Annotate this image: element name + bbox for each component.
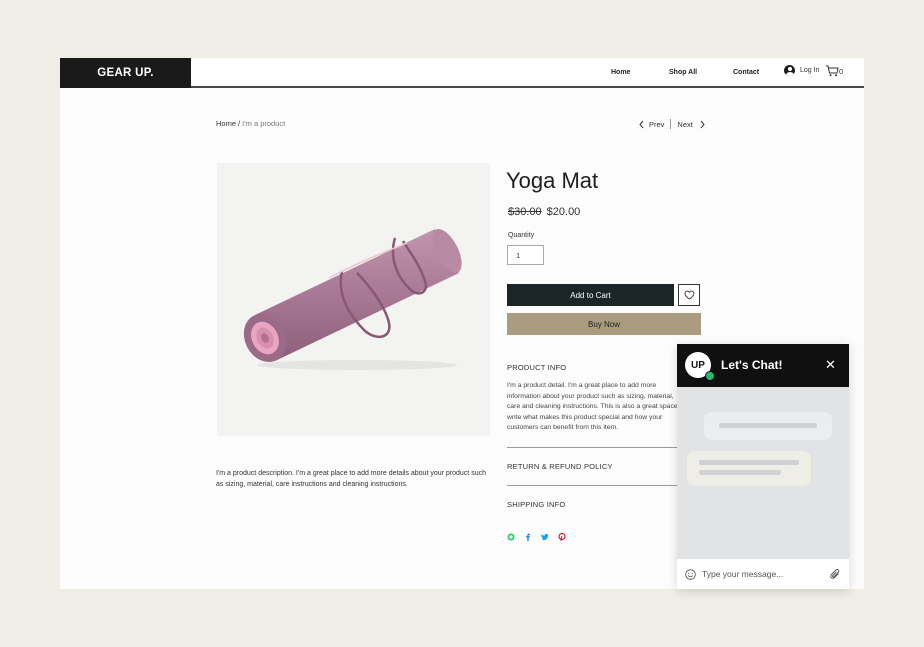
chat-header: UP Let's Chat! ✕ xyxy=(677,344,849,387)
facebook-icon[interactable] xyxy=(524,533,532,541)
divider xyxy=(507,485,701,486)
buy-now-button[interactable]: Buy Now xyxy=(507,313,701,335)
pager-divider xyxy=(670,119,672,129)
quantity-input[interactable]: 1 xyxy=(507,245,544,265)
next-link[interactable]: Next xyxy=(677,120,692,129)
chevron-right-icon[interactable] xyxy=(699,120,706,129)
pinterest-icon[interactable] xyxy=(558,533,566,541)
nav-shop-all[interactable]: Shop All xyxy=(669,58,697,86)
divider xyxy=(507,447,701,448)
product-image[interactable] xyxy=(217,163,490,436)
shipping-info-heading[interactable]: SHIPPING INFO xyxy=(507,500,565,509)
site-logo[interactable]: GEAR UP. xyxy=(60,58,191,88)
message-line xyxy=(699,470,781,475)
nav-home[interactable]: Home xyxy=(611,58,630,86)
add-to-cart-button[interactable]: Add to Cart xyxy=(507,284,674,306)
chevron-left-icon[interactable] xyxy=(638,120,645,129)
product-info-text: I'm a product detail. I'm a great place … xyxy=(507,382,686,432)
breadcrumb-home[interactable]: Home xyxy=(216,119,236,128)
product-pager: Prev Next xyxy=(638,119,706,129)
login-label: Log In xyxy=(800,67,820,74)
chat-message-placeholder xyxy=(704,412,832,440)
product-price: $30.00 $20.00 xyxy=(508,206,580,218)
emoji-icon[interactable] xyxy=(685,568,696,580)
nav-contact[interactable]: Contact xyxy=(733,58,759,86)
heart-icon xyxy=(684,290,694,300)
chat-title: Let's Chat! xyxy=(721,358,783,372)
product-title: Yoga Mat xyxy=(506,168,599,193)
attachment-icon[interactable] xyxy=(830,568,841,580)
quantity-label: Quantity xyxy=(508,232,535,239)
product-description: I'm a product description. I'm a great p… xyxy=(216,470,486,488)
whatsapp-icon[interactable] xyxy=(507,533,515,541)
share-bar xyxy=(507,533,566,541)
login-button[interactable]: Log In xyxy=(784,65,819,76)
chat-input-bar: Type your message... xyxy=(677,559,849,589)
cart-button[interactable]: 0 xyxy=(825,65,843,77)
close-icon[interactable]: ✕ xyxy=(825,357,836,373)
breadcrumb-current: I'm a product xyxy=(242,119,286,128)
online-status-icon xyxy=(705,371,715,381)
site-header: GEAR UP. Home Shop All Contact Log In 0 xyxy=(60,58,864,88)
breadcrumb-separator: / xyxy=(238,119,241,128)
message-line xyxy=(719,423,817,428)
wishlist-button[interactable] xyxy=(678,284,700,306)
return-policy-heading[interactable]: RETURN & REFUND POLICY xyxy=(507,462,613,471)
twitter-icon[interactable] xyxy=(541,533,549,541)
user-icon xyxy=(784,65,795,76)
breadcrumb: Home / I'm a product xyxy=(216,119,285,128)
old-price: $30.00 xyxy=(508,206,542,218)
product-info-heading[interactable]: PRODUCT INFO xyxy=(507,363,566,372)
yoga-mat-image xyxy=(243,229,462,370)
cart-count: 0 xyxy=(839,66,844,76)
sale-price: $20.00 xyxy=(546,206,581,218)
chat-message-input[interactable]: Type your message... xyxy=(702,569,830,579)
chat-widget: UP Let's Chat! ✕ Type your message... xyxy=(677,344,849,589)
prev-link[interactable]: Prev xyxy=(649,120,664,129)
message-line xyxy=(699,460,799,465)
cart-icon xyxy=(826,65,839,77)
chat-message-placeholder xyxy=(687,451,811,486)
